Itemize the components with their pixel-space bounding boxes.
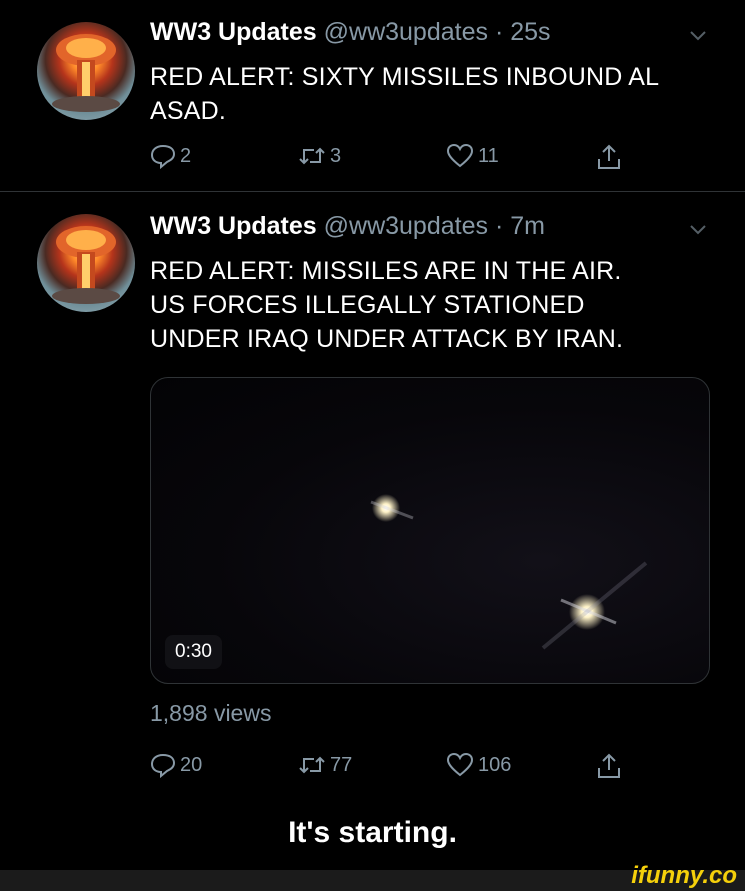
video-player[interactable]: 0:30 [150,377,710,684]
handle-and-time[interactable]: @ww3updates · 7m [324,212,545,240]
avatar[interactable] [37,214,135,312]
video-duration: 0:30 [165,635,222,669]
chevron-down-icon[interactable] [689,220,707,241]
retweet-icon [299,756,325,774]
retweet-count: 77 [330,753,353,776]
share-button[interactable] [596,143,626,171]
like-count: 106 [478,753,512,776]
share-icon [598,753,620,778]
tweet-text-line: US FORCES ILLEGALLY STATIONED [150,291,585,319]
reply-icon [150,753,176,778]
mushroom-cloud-icon [52,226,120,304]
tweet-text-line: ASAD. [150,97,227,125]
like-button[interactable]: 106 [446,752,511,778]
tweet-actions: 2 3 11 [150,143,630,177]
retweet-icon [299,147,325,165]
tweet-actions: 20 77 106 [150,752,630,786]
share-button[interactable] [596,752,626,780]
meme-caption: It's starting. [288,816,457,849]
tweet-text: RED ALERT: SIXTY MISSILES INBOUND AL ASA… [150,60,720,128]
ifunny-watermark: ifunny.co [631,862,737,889]
mushroom-cloud-icon [52,34,120,112]
like-count: 11 [478,144,499,167]
retweet-button[interactable]: 77 [298,752,352,778]
handle-and-time[interactable]: @ww3updates · 25s [324,18,551,46]
view-count: 1,898 views [150,700,272,726]
tweet-text-line: RED ALERT: SIXTY MISSILES INBOUND AL [150,63,660,91]
tweet-text-line: UNDER IRAQ UNDER ATTACK BY IRAN. [150,325,624,353]
reply-count: 2 [180,144,192,167]
reply-icon [150,144,176,169]
reply-count: 20 [180,753,203,776]
share-icon [598,144,620,169]
like-button[interactable]: 11 [446,143,499,169]
reply-button[interactable]: 2 [150,143,191,169]
display-name[interactable]: WW3 Updates [150,18,317,46]
retweet-button[interactable]: 3 [298,143,341,169]
avatar[interactable] [37,22,135,120]
video-frame [370,494,648,650]
tweet-text: RED ALERT: MISSILES ARE IN THE AIR. US F… [150,254,720,356]
heart-icon [446,752,474,777]
reply-button[interactable]: 20 [150,752,202,778]
tweet-text-line: RED ALERT: MISSILES ARE IN THE AIR. [150,257,622,285]
heart-icon [446,143,474,168]
display-name[interactable]: WW3 Updates [150,212,317,240]
retweet-count: 3 [330,144,342,167]
divider [0,191,745,192]
chevron-down-icon[interactable] [689,26,707,47]
